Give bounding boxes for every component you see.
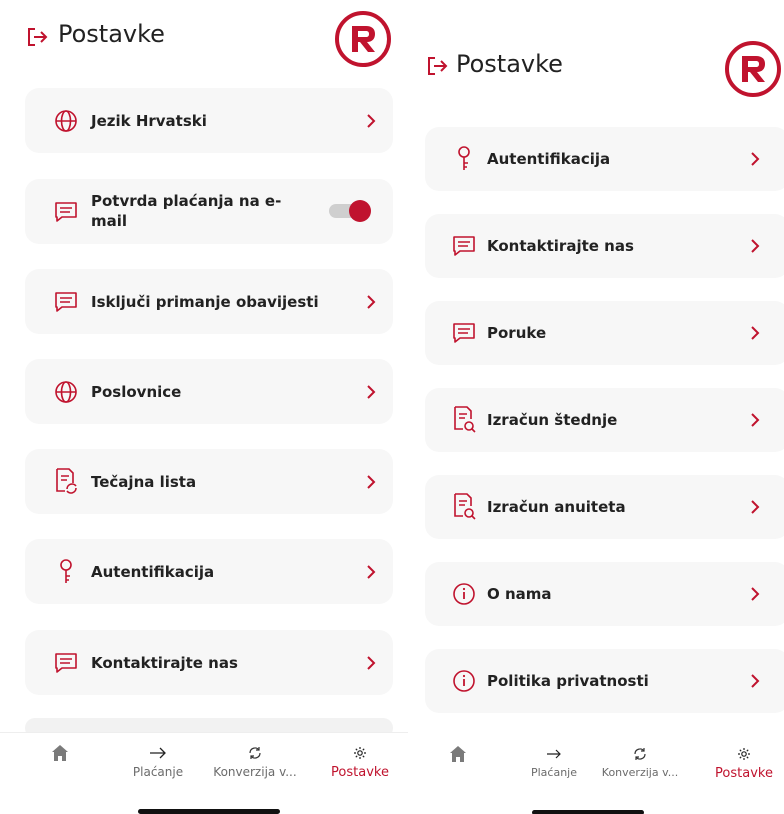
document-search-icon (454, 406, 476, 433)
settings-item-about-us[interactable]: O nama (425, 562, 784, 626)
message-icon (55, 202, 77, 222)
tab-settings[interactable]: Postavke (320, 743, 400, 780)
header: Postavke (410, 0, 784, 120)
tab-payments[interactable]: Plaćanje (522, 744, 586, 779)
tab-settings[interactable]: Postavke (708, 744, 780, 781)
settings-item-label: Potvrda plaćanja na e-mail (91, 192, 282, 230)
header: Postavke (0, 0, 408, 80)
settings-screen-left: Postavke Jezik Hrvatski Potvrda plaćanja… (0, 0, 408, 814)
chevron-right-icon (367, 295, 376, 309)
message-icon (55, 292, 77, 312)
chevron-right-icon (367, 475, 376, 489)
chevron-right-icon (751, 500, 760, 514)
chevron-right-icon (367, 385, 376, 399)
chevron-right-icon (751, 326, 760, 340)
chevron-right-icon (367, 565, 376, 579)
message-icon (453, 323, 475, 343)
settings-item-label: Jezik Hrvatski (91, 112, 207, 130)
settings-item-annuity-calculator[interactable]: Izračun anuiteta (425, 475, 784, 539)
bottom-navigation: Plaćanje Konverzija v... Postavke (410, 732, 784, 814)
settings-item-label: Poruke (487, 324, 547, 342)
chevron-right-icon (751, 413, 760, 427)
tab-conversion[interactable]: Konverzija v... (590, 744, 690, 779)
bank-logo-icon (725, 41, 781, 97)
chevron-right-icon (751, 674, 760, 688)
page-title: Postavke (58, 20, 165, 48)
settings-item-label: Kontaktirajte nas (91, 654, 238, 672)
settings-item-label: Izračun anuiteta (487, 498, 626, 516)
home-icon (52, 745, 68, 761)
bottom-navigation: Plaćanje Konverzija v... Postavke (0, 732, 408, 814)
info-icon (453, 583, 475, 605)
settings-item-language[interactable]: Jezik Hrvatski (25, 88, 393, 153)
settings-item-email-confirmation: Potvrda plaćanja na e-mail (25, 179, 393, 244)
tab-label: Plaćanje (530, 766, 577, 779)
tab-home[interactable] (40, 743, 80, 763)
settings-item-savings-calculator[interactable]: Izračun štednje (425, 388, 784, 452)
settings-item-label: Tečajna lista (91, 473, 197, 491)
tab-label: Postavke (715, 766, 773, 781)
settings-item-authentication[interactable]: Autentifikacija (25, 539, 393, 604)
settings-screen-right: Postavke Autentifikacija Kontaktirajte n… (410, 0, 784, 814)
settings-item-authentication[interactable]: Autentifikacija (425, 127, 784, 191)
home-indicator (532, 810, 644, 814)
settings-item-exchange-rates[interactable]: Tečajna lista (25, 449, 393, 514)
logout-icon[interactable] (26, 26, 48, 48)
document-search-icon (454, 493, 476, 520)
document-refresh-icon (56, 468, 77, 494)
settings-item-label: Isključi primanje obavijesti (91, 293, 319, 311)
logout-icon[interactable] (426, 55, 448, 77)
settings-item-label: Politika privatnosti (487, 672, 649, 690)
chevron-right-icon (751, 239, 760, 253)
message-icon (453, 236, 475, 256)
toggle-knob (349, 200, 371, 222)
key-icon (60, 559, 72, 583)
bank-logo-icon (335, 11, 391, 67)
refresh-icon (634, 748, 646, 760)
settings-item-label: Kontaktirajte nas (487, 237, 634, 255)
refresh-icon (249, 747, 261, 759)
settings-item-privacy-policy[interactable]: Politika privatnosti (425, 649, 784, 713)
settings-item-messages[interactable]: Poruke (425, 301, 784, 365)
tab-payments[interactable]: Plaćanje (122, 743, 194, 779)
chevron-right-icon (367, 114, 376, 128)
tab-label: Konverzija v... (213, 765, 297, 779)
settings-item-branches[interactable]: Poslovnice (25, 359, 393, 424)
key-icon (458, 146, 470, 170)
settings-item-label: Poslovnice (91, 383, 182, 401)
info-icon (453, 670, 475, 692)
home-icon (450, 746, 466, 762)
chevron-right-icon (367, 656, 376, 670)
settings-item-contact[interactable]: Kontaktirajte nas (425, 214, 784, 278)
settings-item-label: Autentifikacija (91, 563, 215, 581)
page-title: Postavke (456, 50, 563, 78)
chevron-right-icon (751, 587, 760, 601)
gear-icon (354, 747, 366, 759)
settings-item-notifications[interactable]: Isključi primanje obavijesti (25, 269, 393, 334)
home-indicator (138, 809, 280, 814)
message-icon (55, 653, 77, 673)
tab-label: Postavke (331, 765, 389, 780)
tab-home[interactable] (438, 744, 478, 764)
gear-icon (738, 748, 750, 760)
arrow-right-icon (547, 749, 561, 759)
settings-item-label: O nama (487, 585, 552, 603)
globe-icon (55, 381, 77, 403)
tab-label: Plaćanje (132, 765, 184, 779)
settings-item-contact[interactable]: Kontaktirajte nas (25, 630, 393, 695)
settings-item-label: Autentifikacija (487, 150, 611, 168)
arrow-right-icon (150, 747, 166, 759)
email-confirmation-toggle[interactable] (329, 200, 371, 222)
settings-item-label: Izračun štednje (487, 411, 618, 429)
tab-label: Konverzija v... (601, 766, 679, 779)
tab-conversion[interactable]: Konverzija v... (200, 743, 310, 779)
globe-icon (55, 110, 77, 132)
chevron-right-icon (751, 152, 760, 166)
